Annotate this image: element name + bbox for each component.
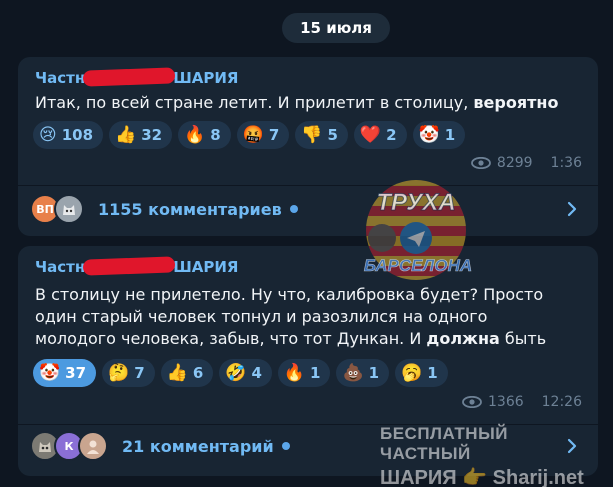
reaction-fire[interactable]: 🔥 8 [178,121,231,149]
reaction-yawning-face[interactable]: 🥱 1 [395,359,448,387]
views-count: 1366 [488,394,524,410]
post-text-line: один старый человек топнул и разозлился … [35,307,488,326]
clown-face-icon: 🤡 [418,124,440,145]
thumbs-up-icon: 👍 [115,124,137,145]
cat-avatar-icon [39,442,51,452]
divider [18,424,598,425]
fire-icon: 🔥 [184,124,206,145]
clown-face-icon: 🤡 [39,362,61,383]
reaction-count: 6 [192,364,204,382]
post-text-line: молодого человека, забыв, что тот Дункан… [35,328,578,350]
post-meta: 1366 12:26 [462,394,582,410]
reaction-count: 108 [61,126,94,144]
post-text-body: молодого человека, забыв, что тот Дункан… [35,329,422,348]
author-name-end: ШАРИЯ [173,69,239,87]
commenter-avatars: ВП [30,194,84,224]
reaction-pile-of-poo[interactable]: 💩 1 [336,359,390,387]
channel-post: Частн ШАРИЯ Итак, по всей стране летит. И… [18,57,598,236]
fire-icon: 🔥 [283,362,306,383]
reaction-count: 4 [251,364,262,382]
reaction-count: 32 [141,126,163,144]
post-text-bold: вероятно [473,93,559,112]
author-name-end: ШАРИЯ [173,258,239,276]
reaction-face-with-symbols[interactable]: 🤬 7 [236,121,290,149]
reaction-clown-face[interactable]: 🤡 37 [33,359,97,387]
post-author[interactable]: Частн ШАРИЯ [35,67,239,87]
comments-count-label: 1155 комментариев [98,199,282,219]
post-text: В столицу не прилетело. Ну что, калибров… [35,284,578,350]
reaction-thumbs-up[interactable]: 👍 32 [109,121,173,149]
comments-button[interactable]: ВП 1155 комментариев [30,189,586,229]
post-text-body: Итак, по всей стране летит. И прилетит в… [35,93,469,112]
reaction-count: 2 [386,126,397,144]
reaction-count: 8 [210,126,221,144]
thumbs-down-icon: 👎 [301,124,323,145]
reactions-bar: 😢 108 👍 32 🔥 8 🤬 7 👎 5 ❤️ 2 🤡 1 [33,121,466,149]
red-heart-icon: ❤️ [359,124,382,145]
reaction-clown-face[interactable]: 🤡 1 [412,121,466,149]
reaction-count: 5 [327,126,338,144]
post-text-bold: должна [426,329,500,348]
reaction-thumbs-up[interactable]: 👍 6 [160,359,214,387]
yawning-face-icon: 🥱 [401,362,423,383]
unread-dot [289,205,298,213]
chevron-right-icon [567,201,577,217]
post-author[interactable]: Частн ШАРИЯ [35,256,239,276]
chevron-right-icon [567,438,577,454]
date-separator: 15 июля [282,13,390,43]
cat-avatar-icon [63,205,75,215]
post-text-line: В столицу не прилетело. Ну что, калибров… [35,285,544,304]
reaction-fire[interactable]: 🔥 1 [277,359,331,387]
views-eye-icon [462,396,482,408]
reaction-crying-face[interactable]: 😢 108 [33,121,104,149]
post-text-tail: быть [504,329,547,348]
avatar [54,194,84,224]
reaction-rolling-laughing[interactable]: 🤣 4 [219,359,272,387]
commenter-avatars: К [30,431,108,461]
rolling-on-floor-laughing-icon: 🤣 [225,362,247,383]
redaction-mark [82,256,176,276]
reactions-bar: 🤡 37 🤔 7 👍 6 🤣 4 🔥 1 💩 1 🥱 1 [33,359,448,387]
reaction-red-heart[interactable]: ❤️ 2 [353,121,407,149]
post-meta: 8299 1:36 [471,155,582,171]
post-time: 12:26 [541,394,582,410]
avatar [78,431,108,461]
reaction-count: 37 [65,364,87,382]
reaction-count: 1 [310,364,321,382]
post-time: 1:36 [550,155,582,171]
unread-dot [281,442,290,450]
author-name-start: Частн [35,69,86,87]
redaction-mark [82,67,176,87]
reaction-count: 7 [134,364,145,382]
views-count: 8299 [496,155,533,171]
reaction-thumbs-down[interactable]: 👎 5 [295,121,348,149]
face-with-symbols-on-mouth-icon: 🤬 [242,124,264,145]
person-avatar-icon [87,440,99,454]
post-text: Итак, по всей стране летит. И прилетит в… [35,92,578,114]
reaction-count: 1 [368,364,380,382]
comments-button[interactable]: К 21 комментарий [30,426,586,466]
divider [18,185,598,186]
reaction-count: 1 [444,126,456,144]
thinking-face-icon: 🤔 [108,362,130,383]
thumbs-up-icon: 👍 [166,362,188,383]
views-eye-icon [471,157,491,169]
reaction-thinking-face[interactable]: 🤔 7 [102,359,155,387]
reaction-count: 7 [268,126,280,144]
pile-of-poo-icon: 💩 [342,362,364,383]
channel-post: Частн ШАРИЯ В столицу не прилетело. Ну чт… [18,246,598,476]
reaction-count: 1 [427,364,438,382]
comments-count-label: 21 комментарий [122,436,274,456]
author-name-start: Частн [35,258,86,276]
crying-face-icon: 😢 [39,124,57,145]
